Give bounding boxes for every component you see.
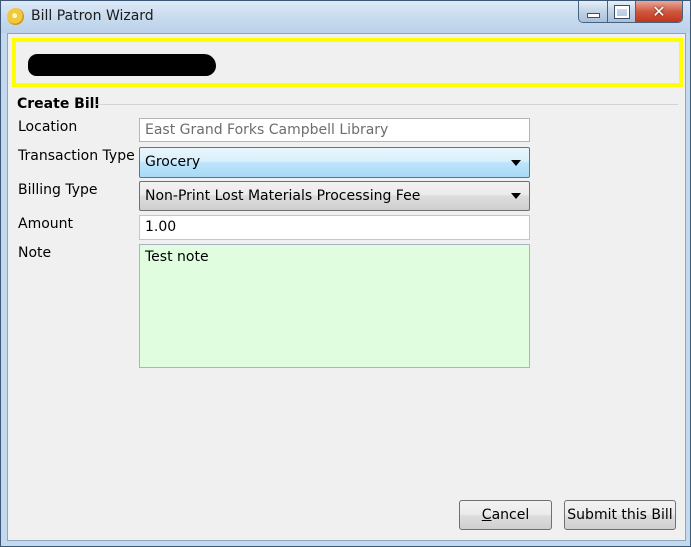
cancel-button[interactable]: Cancel [459, 500, 552, 530]
section-divider [94, 104, 678, 105]
patron-banner [12, 38, 683, 87]
dropdown-arrow-icon [511, 193, 521, 199]
billing-type-select[interactable]: Non-Print Lost Materials Processing Fee [139, 181, 530, 211]
cancel-label: ancel [491, 507, 530, 523]
note-label: Note [18, 245, 52, 261]
billing-type-label: Billing Type [18, 182, 98, 198]
close-button[interactable]: ✕ [636, 1, 682, 22]
close-icon: ✕ [652, 2, 666, 21]
submit-bill-button[interactable]: Submit this Bill [564, 500, 676, 530]
transaction-type-label: Transaction Type [18, 148, 135, 164]
caption-buttons: ✕ [578, 1, 683, 23]
window-title: Bill Patron Wizard [31, 8, 154, 24]
create-bill-heading: Create Bill [17, 96, 100, 112]
maximize-icon [613, 4, 630, 19]
minimize-button[interactable] [579, 1, 608, 22]
title-bar[interactable]: Bill Patron Wizard ✕ [1, 1, 690, 33]
transaction-type-select[interactable]: Grocery [139, 147, 530, 178]
redacted-patron-name [28, 54, 216, 76]
location-label: Location [18, 119, 78, 135]
app-logo-icon [7, 8, 24, 25]
maximize-button[interactable] [608, 1, 636, 22]
dropdown-arrow-icon [511, 159, 521, 166]
wizard-body: Create Bill Location East Grand Forks Ca… [7, 33, 686, 541]
billing-type-value: Non-Print Lost Materials Processing Fee [145, 188, 421, 204]
cancel-mnemonic: C [481, 507, 492, 523]
note-textarea[interactable]: Test note [139, 244, 530, 368]
amount-label: Amount [18, 216, 74, 232]
location-field: East Grand Forks Campbell Library [139, 118, 530, 142]
minimize-icon [586, 13, 600, 18]
transaction-type-value: Grocery [145, 154, 201, 170]
amount-input[interactable]: 1.00 [139, 215, 530, 240]
bill-patron-wizard-window: Bill Patron Wizard ✕ Create Bill Locatio… [0, 0, 691, 547]
